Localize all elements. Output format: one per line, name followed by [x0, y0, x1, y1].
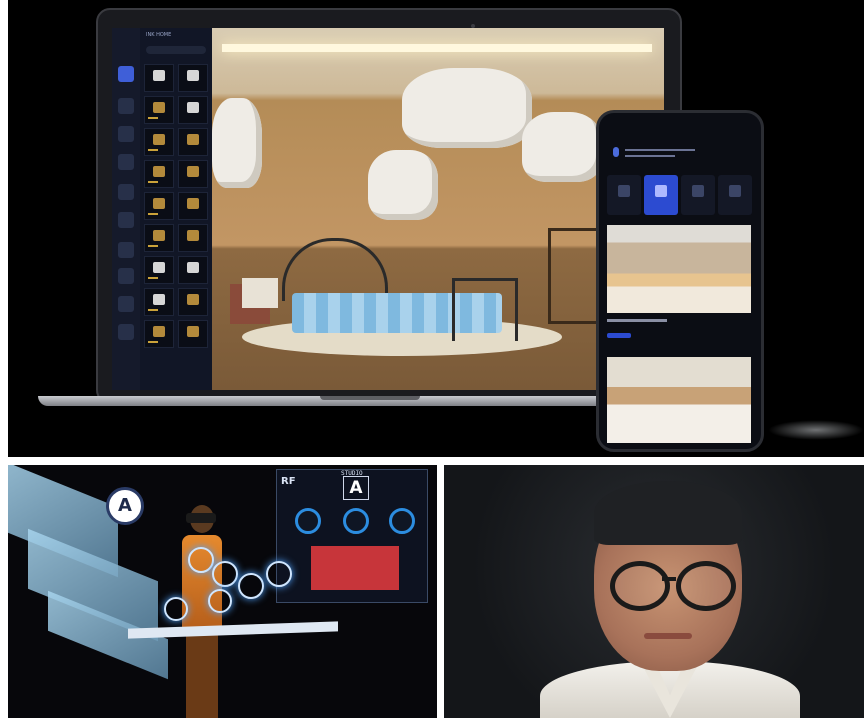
phone-tab-4[interactable]	[718, 175, 752, 215]
rail-item-outdoor[interactable]	[118, 212, 134, 228]
phone	[596, 110, 764, 452]
hud-node-icon	[295, 508, 321, 534]
phone-tab-bar	[607, 175, 753, 215]
tab-icon	[618, 185, 630, 197]
room-render-thumbnail[interactable]	[607, 225, 751, 313]
bed	[282, 238, 518, 341]
hologram-node	[164, 597, 188, 621]
hud-node-icon	[389, 508, 415, 534]
room-tag	[607, 333, 631, 338]
ghost-lamp-small	[368, 150, 438, 220]
user-legs	[186, 633, 218, 718]
phone-tab-1[interactable]	[607, 175, 641, 215]
reflection	[768, 420, 864, 440]
hologram-node	[212, 561, 238, 587]
product-showcase-panel: INK HOME	[8, 0, 864, 457]
room-caption	[607, 319, 667, 322]
asset-tile[interactable]	[178, 320, 208, 348]
glasses-left-lens	[610, 561, 670, 611]
rail-item-settings[interactable]	[118, 296, 134, 312]
room-render-thumbnail[interactable]	[607, 357, 751, 443]
asset-tile[interactable]	[144, 192, 174, 220]
search-input[interactable]	[146, 46, 206, 54]
hair	[594, 481, 742, 545]
tab-icon	[692, 185, 704, 197]
phone-text-line	[625, 155, 675, 157]
asset-tile[interactable]	[178, 160, 208, 188]
asset-tile[interactable]	[144, 320, 174, 348]
asset-library: INK HOME	[140, 28, 212, 390]
app-tool-rail	[112, 28, 141, 390]
tab-icon	[655, 185, 667, 197]
asset-tile[interactable]	[144, 128, 174, 156]
asset-tile[interactable]	[178, 288, 208, 316]
rail-item-decor[interactable]	[118, 154, 134, 170]
bed-footboard	[452, 278, 518, 341]
hud-side-label: RF	[281, 476, 296, 487]
asset-tile[interactable]	[178, 96, 208, 124]
hologram-beam	[128, 621, 338, 639]
ghost-lamp-right	[522, 112, 602, 182]
ghost-lamp-left	[212, 98, 262, 188]
asset-tile[interactable]	[178, 192, 208, 220]
app-brand: INK HOME	[146, 32, 172, 38]
ghost-lamp-large	[402, 68, 532, 148]
phone-tab-2[interactable]	[644, 175, 678, 215]
glasses-right-lens	[676, 561, 736, 611]
asset-tile[interactable]	[178, 224, 208, 252]
glasses-bridge	[662, 577, 676, 581]
vr-scene-panel: A STUDIO A RF	[8, 465, 437, 718]
hologram-node	[238, 573, 264, 599]
asset-tile[interactable]	[144, 256, 174, 284]
asset-tile[interactable]	[178, 64, 208, 92]
hud-letter: A	[343, 476, 369, 500]
hud-node-icon	[343, 508, 369, 534]
asset-tile[interactable]	[144, 160, 174, 188]
microphone-icon[interactable]	[613, 147, 619, 157]
hologram-node	[188, 547, 214, 573]
hologram-node	[266, 561, 292, 587]
location-badge: A	[106, 487, 144, 525]
laptop-notch	[320, 396, 420, 400]
rail-item-home[interactable]	[118, 66, 134, 82]
rail-item-build[interactable]	[118, 98, 134, 114]
mouth	[644, 633, 692, 639]
phone-tab-3[interactable]	[681, 175, 715, 215]
asset-tile[interactable]	[144, 64, 174, 92]
rail-item-furniture[interactable]	[118, 126, 134, 142]
hud-board: STUDIO A RF	[276, 469, 428, 603]
laptop-screen: INK HOME	[112, 28, 664, 390]
asset-tile[interactable]	[144, 224, 174, 252]
rail-item-material[interactable]	[118, 242, 134, 258]
asset-tile[interactable]	[178, 128, 208, 156]
hud-red-graphic	[311, 546, 399, 590]
hologram-node	[208, 589, 232, 613]
asset-tile[interactable]	[144, 288, 174, 316]
rail-item-export[interactable]	[118, 324, 134, 340]
asset-tile[interactable]	[144, 96, 174, 124]
bedside-lamp	[242, 278, 278, 308]
phone-text-line	[625, 149, 695, 151]
tab-icon	[729, 185, 741, 197]
vr-headset	[186, 513, 216, 523]
rail-item-light[interactable]	[118, 184, 134, 200]
ceiling-light	[222, 44, 652, 52]
bed-headboard	[282, 238, 388, 301]
asset-tile[interactable]	[178, 256, 208, 284]
digital-human-panel	[444, 465, 864, 718]
rail-item-camera[interactable]	[118, 268, 134, 284]
